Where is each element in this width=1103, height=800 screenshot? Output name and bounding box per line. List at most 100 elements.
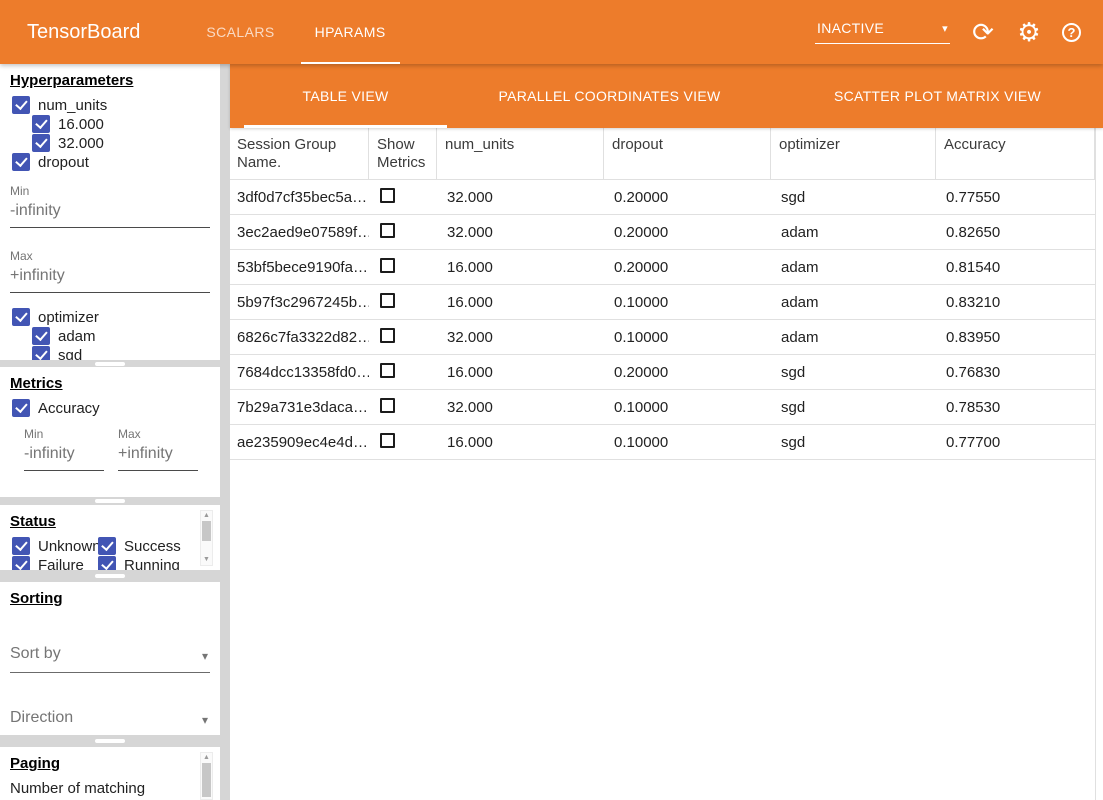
accuracy-cell: 0.77700 <box>936 434 1095 451</box>
optimizer-cell: sgd <box>771 364 936 381</box>
show-metrics-checkbox[interactable] <box>380 363 395 378</box>
chevron-down-icon: ▾ <box>202 649 208 663</box>
table-row: 53bf5bece9190fa…16.0000.20000adam0.81540 <box>230 250 1095 285</box>
scrollbar-thumb[interactable] <box>202 763 211 797</box>
direction-select[interactable]: Direction ▾ <box>10 709 210 735</box>
checkbox-label: Unknown <box>38 538 101 555</box>
min-input[interactable]: -infinity <box>10 198 210 228</box>
show-metrics-cell <box>369 223 437 242</box>
show-metrics-checkbox[interactable] <box>380 398 395 413</box>
reload-status-select[interactable]: INACTIVE ▾ <box>815 20 950 44</box>
checkbox-label: Running <box>124 557 180 571</box>
top-toolbar: TensorBoard SCALARSHPARAMS INACTIVE ▾ ⟳ … <box>0 0 1103 64</box>
checkbox-row-16-000: 16.000 <box>32 115 210 133</box>
accuracy-cell: 0.81540 <box>936 259 1095 276</box>
checkbox-dropout[interactable] <box>12 153 30 171</box>
min-input[interactable]: -infinity <box>24 441 104 471</box>
session-group-name-cell[interactable]: ae235909ec4e4d… <box>230 434 369 451</box>
show-metrics-checkbox[interactable] <box>380 258 395 273</box>
sorting-section: Sorting Sort by ▾ Direction ▾ <box>0 582 220 735</box>
paging-scrollbar[interactable]: ▲ <box>200 752 213 800</box>
checkbox-num-units[interactable] <box>12 96 30 114</box>
checkbox-failure[interactable] <box>12 556 30 570</box>
session-group-name-cell[interactable]: 6826c7fa3322d82… <box>230 329 369 346</box>
status-scrollbar[interactable]: ▲ ▼ <box>200 510 213 566</box>
metrics-section: Metrics Accuracy Min -infinity Max +infi… <box>0 367 220 497</box>
session-group-name-cell[interactable]: 5b97f3c2967245b… <box>230 294 369 311</box>
num_units-cell: 16.000 <box>437 259 604 276</box>
session-group-name-cell[interactable]: 3ec2aed9e07589f… <box>230 224 369 241</box>
session-group-name-cell[interactable]: 53bf5bece9190fa… <box>230 259 369 276</box>
section-resize-handle[interactable] <box>0 570 220 582</box>
checkbox-row-running: Running <box>98 556 210 570</box>
checkbox-adam[interactable] <box>32 327 50 345</box>
column-header-show-metrics: Show Metrics <box>369 128 437 179</box>
show-metrics-checkbox[interactable] <box>380 293 395 308</box>
checkbox-16-000[interactable] <box>32 115 50 133</box>
dropout-cell: 0.10000 <box>604 434 771 451</box>
nav-tab-hparams[interactable]: HPARAMS <box>295 0 406 64</box>
section-resize-handle[interactable] <box>0 735 220 747</box>
checkbox-optimizer[interactable] <box>12 308 30 326</box>
section-resize-handle[interactable] <box>0 497 220 505</box>
checkbox-label: adam <box>58 328 96 345</box>
direction-value: Direction <box>10 709 73 727</box>
accuracy-cell: 0.78530 <box>936 399 1095 416</box>
accuracy-min-field[interactable]: Min -infinity <box>24 427 104 471</box>
accuracy-cell: 0.83950 <box>936 329 1095 346</box>
checkbox-32-000[interactable] <box>32 134 50 152</box>
accuracy-cell: 0.77550 <box>936 189 1095 206</box>
checkbox-running[interactable] <box>98 556 116 570</box>
session-group-name-cell[interactable]: 3df0d7cf35bec5a… <box>230 189 369 206</box>
num_units-cell: 16.000 <box>437 434 604 451</box>
optimizer-cell: adam <box>771 329 936 346</box>
session-group-name-cell[interactable]: 7b29a731e3daca… <box>230 399 369 416</box>
hyperparameters-section: Hyperparameters num_units16.00032.000dro… <box>0 64 220 360</box>
scroll-up-icon[interactable]: ▲ <box>203 754 210 762</box>
max-label: Max <box>10 249 210 263</box>
hyperparameters-heading: Hyperparameters <box>10 72 210 89</box>
session-group-name-cell[interactable]: 7684dcc13358fd0… <box>230 364 369 381</box>
show-metrics-checkbox[interactable] <box>380 188 395 203</box>
refresh-icon[interactable]: ⟳ <box>970 19 996 45</box>
gear-icon[interactable]: ⚙ <box>1016 19 1042 45</box>
view-tab-scatter-plot-matrix-view[interactable]: SCATTER PLOT MATRIX VIEW <box>772 64 1103 128</box>
optimizer-checkbox-list: optimizeradamsgd <box>10 308 210 360</box>
sort-by-value: Sort by <box>10 645 61 663</box>
checkbox-row-sgd: sgd <box>32 346 210 360</box>
checkbox-accuracy[interactable] <box>12 399 30 417</box>
show-metrics-checkbox[interactable] <box>380 433 395 448</box>
sidebar: Hyperparameters num_units16.00032.000dro… <box>0 64 220 800</box>
max-input[interactable]: +infinity <box>10 263 210 293</box>
checkbox-sgd[interactable] <box>32 346 50 360</box>
optimizer-cell: sgd <box>771 399 936 416</box>
show-metrics-checkbox[interactable] <box>380 223 395 238</box>
scrollbar-thumb[interactable] <box>202 521 211 541</box>
reload-status-value: INACTIVE <box>817 20 884 36</box>
show-metrics-cell <box>369 328 437 347</box>
help-icon[interactable]: ? <box>1062 23 1081 42</box>
checkbox-label: 32.000 <box>58 135 104 152</box>
sort-by-select[interactable]: Sort by ▾ <box>10 645 210 673</box>
optimizer-cell: adam <box>771 294 936 311</box>
accuracy-max-field[interactable]: Max +infinity <box>118 427 198 471</box>
table-row: 5b97f3c2967245b…16.0000.10000adam0.83210 <box>230 285 1095 320</box>
view-tab-table-view[interactable]: TABLE VIEW <box>244 64 447 128</box>
section-resize-handle[interactable] <box>0 360 220 367</box>
checkbox-success[interactable] <box>98 537 116 555</box>
dropout-min-field[interactable]: Min -infinity <box>10 184 210 228</box>
checkbox-row-num-units: num_units <box>12 96 210 114</box>
scroll-down-icon[interactable]: ▼ <box>203 556 210 564</box>
show-metrics-checkbox[interactable] <box>380 328 395 343</box>
optimizer-cell: adam <box>771 224 936 241</box>
dropout-max-field[interactable]: Max +infinity <box>10 249 210 293</box>
table-row: 3df0d7cf35bec5a…32.0000.20000sgd0.77550 <box>230 180 1095 215</box>
chevron-down-icon: ▾ <box>202 713 208 727</box>
view-tab-parallel-coordinates-view[interactable]: PARALLEL COORDINATES VIEW <box>447 64 772 128</box>
max-input[interactable]: +infinity <box>118 441 198 471</box>
table-row: ae235909ec4e4d…16.0000.10000sgd0.77700 <box>230 425 1095 460</box>
checkbox-row-unknown: Unknown <box>12 537 96 555</box>
nav-tab-scalars[interactable]: SCALARS <box>186 0 294 64</box>
scroll-up-icon[interactable]: ▲ <box>203 512 210 520</box>
checkbox-unknown[interactable] <box>12 537 30 555</box>
